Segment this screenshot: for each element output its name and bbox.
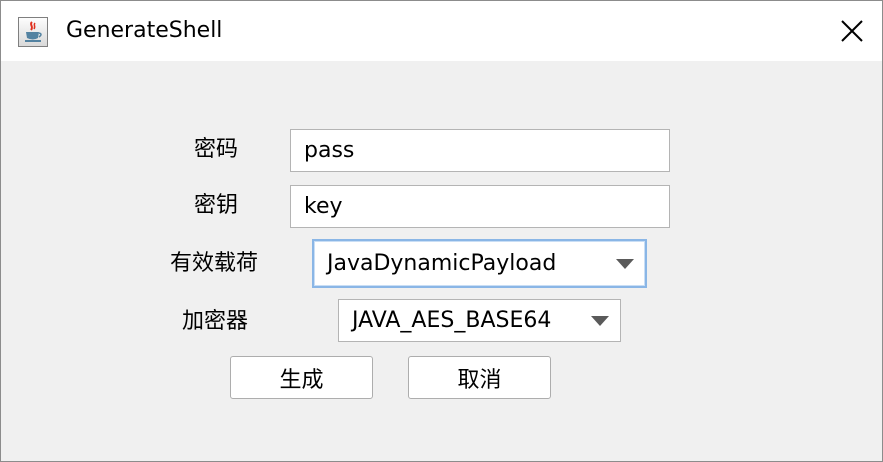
cryption-selected-value: JAVA_AES_BASE64 [352,307,552,333]
close-button[interactable] [822,1,882,61]
java-cup-icon [18,17,48,47]
password-input[interactable] [290,129,670,172]
close-icon [841,20,863,42]
payload-label: 有效载荷 [170,251,259,276]
cryption-label: 加密器 [182,309,249,334]
secret-key-label: 密钥 [194,193,239,218]
payload-selected-value: JavaDynamicPayload [327,250,557,276]
password-label: 密码 [194,137,239,162]
generate-shell-dialog: GenerateShell 密码 密钥 有效载荷 JavaDynamicPayl… [0,0,883,462]
payload-dropdown[interactable]: JavaDynamicPayload [312,239,647,288]
secret-key-input[interactable] [290,185,670,228]
generate-button[interactable]: 生成 [230,356,373,399]
window-title: GenerateShell [66,18,223,43]
chevron-down-icon [605,258,645,269]
title-bar: GenerateShell [1,1,882,61]
cancel-button[interactable]: 取消 [408,356,551,399]
cryption-dropdown[interactable]: JAVA_AES_BASE64 [338,299,621,342]
chevron-down-icon [580,315,620,326]
